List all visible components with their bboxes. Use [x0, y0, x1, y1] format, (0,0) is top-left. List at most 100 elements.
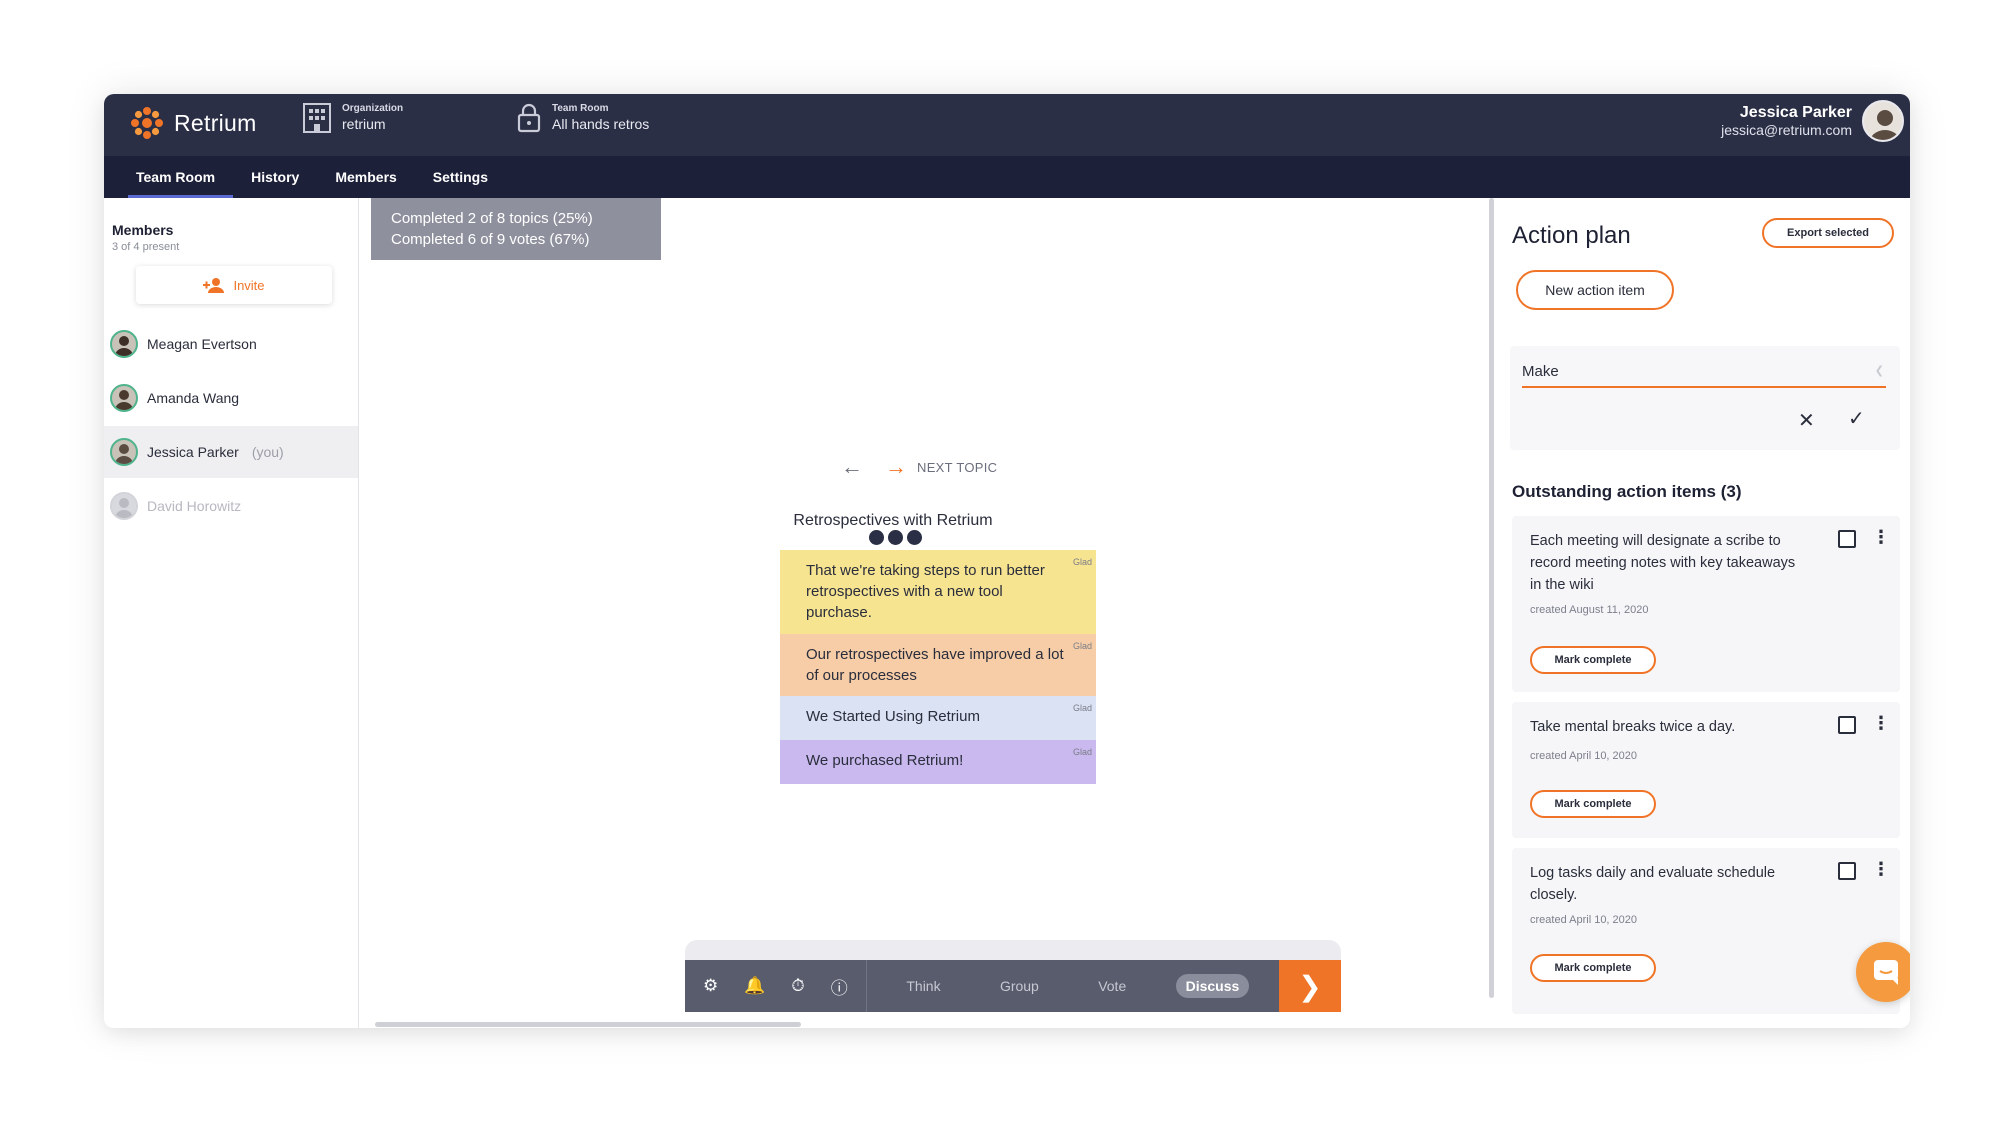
member-amanda-wang[interactable]: Amanda Wang — [104, 372, 358, 424]
action-item-date: created April 10, 2020 — [1530, 750, 1638, 762]
tab-settings[interactable]: Settings — [415, 156, 506, 198]
organization-selector[interactable]: Organization retrium — [302, 102, 403, 134]
user-name: Jessica Parker — [1739, 104, 1852, 121]
phase-group[interactable]: Group — [990, 974, 1049, 998]
retro-card[interactable]: Glad We purchased Retrium! — [780, 740, 1096, 784]
member-meagan-evertson[interactable]: Meagan Evertson — [104, 318, 358, 370]
organization-label: Organization — [342, 103, 404, 114]
person-icon — [115, 390, 133, 410]
top-header: Retrium Organization retrium Team Room A… — [104, 94, 1910, 156]
tab-team-room[interactable]: Team Room — [118, 156, 234, 198]
topics-progress: Completed 2 of 8 topics (25%) — [391, 210, 593, 227]
info-icon[interactable]: ⓘ — [831, 974, 848, 999]
retro-card[interactable]: Glad That we're taking steps to run bett… — [780, 550, 1096, 634]
card-column-tag: Glad — [1072, 557, 1092, 567]
member-name: Meagan Evertson — [147, 336, 257, 352]
user-avatar[interactable] — [1862, 100, 1904, 142]
bell-icon[interactable]: 🔔 — [744, 976, 765, 996]
action-item-input[interactable] — [1522, 356, 1886, 388]
you-tag: (you) — [251, 444, 284, 460]
more-vertical-icon[interactable]: ⋮ — [1872, 860, 1890, 878]
action-item: Log tasks daily and evaluate schedule cl… — [1512, 848, 1900, 1014]
member-jessica-parker[interactable]: Jessica Parker (you) — [104, 426, 358, 478]
vote-dot — [869, 530, 884, 545]
app-name: Retrium — [174, 109, 257, 136]
tab-history[interactable]: History — [233, 156, 317, 198]
previous-topic-arrow-icon[interactable]: ← — [841, 456, 863, 478]
member-name: Amanda Wang — [147, 390, 240, 406]
card-text: We Started Using Retrium — [806, 708, 980, 725]
topic-title: Retrospectives with Retrium — [793, 512, 993, 529]
card-text: We purchased Retrium! — [806, 752, 964, 769]
chat-bubble-icon — [1874, 960, 1898, 985]
clear-input-icon[interactable]: ❮ — [1875, 364, 1884, 377]
member-avatar — [110, 438, 138, 466]
invite-label: Invite — [233, 277, 265, 293]
action-item-text: Take mental breaks twice a day. — [1530, 719, 1736, 735]
action-item-text: Log tasks daily and evaluate schedule cl… — [1530, 865, 1776, 903]
action-item: Take mental breaks twice a day. created … — [1512, 702, 1900, 838]
organization-name: retrium — [342, 115, 386, 132]
more-vertical-icon[interactable]: ⋮ — [1872, 528, 1890, 546]
building-icon — [303, 103, 331, 133]
select-checkbox[interactable] — [1838, 530, 1856, 548]
retro-card[interactable]: Glad Our retrospectives have improved a … — [780, 634, 1096, 696]
member-david-horowitz[interactable]: David Horowitz — [104, 480, 358, 532]
vote-dot — [907, 530, 922, 545]
person-icon — [115, 444, 133, 464]
check-icon[interactable]: ✓ — [1848, 406, 1865, 431]
user-menu[interactable]: Jessica Parker jessica@retrium.com — [1721, 100, 1904, 142]
select-checkbox[interactable] — [1838, 862, 1856, 880]
cancel-icon[interactable]: ✕ — [1798, 408, 1815, 433]
phase-toolbar: ⚙ 🔔 ⏱ ⓘ Think Group Vote Discuss ❯ — [685, 960, 1341, 1012]
next-topic-arrow-icon[interactable]: → — [885, 456, 907, 478]
member-name: Jessica Parker — [147, 444, 239, 460]
votes-progress: Completed 6 of 9 votes (67%) — [391, 231, 590, 248]
advance-phase-button[interactable]: ❯ — [1279, 960, 1341, 1012]
next-topic-label[interactable]: NEXT TOPIC — [917, 460, 997, 475]
brand[interactable]: Retrium — [130, 106, 257, 140]
card-text: Our retrospectives have improved a lot o… — [806, 646, 1064, 684]
horizontal-scrollbar[interactable] — [375, 1022, 801, 1027]
member-avatar — [110, 330, 138, 358]
lock-icon — [517, 103, 541, 133]
phase-steps: Think Group Vote Discuss — [867, 960, 1279, 1012]
members-panel: Members 3 of 4 present Invite Meagan Eve… — [104, 198, 359, 1028]
card-column-tag: Glad — [1072, 747, 1092, 757]
export-selected-button[interactable]: Export selected — [1762, 218, 1894, 248]
member-name: David Horowitz — [147, 498, 242, 514]
team-room-name: All hands retros — [552, 115, 650, 132]
retro-card[interactable]: Glad We Started Using Retrium — [780, 696, 1096, 740]
mark-complete-button[interactable]: Mark complete — [1530, 954, 1656, 982]
person-icon — [115, 336, 133, 356]
members-count: 3 of 4 present — [112, 241, 180, 253]
action-item-date: created August 11, 2020 — [1530, 604, 1649, 616]
add-user-icon — [203, 278, 225, 293]
toolbar-handle — [685, 940, 1341, 960]
chevron-right-icon: ❯ — [1298, 970, 1322, 1002]
person-icon — [1869, 110, 1901, 140]
phase-think[interactable]: Think — [896, 974, 950, 998]
phase-discuss[interactable]: Discuss — [1175, 974, 1250, 998]
card-column-tag: Glad — [1072, 641, 1092, 651]
team-room-selector[interactable]: Team Room All hands retros — [516, 102, 649, 134]
more-vertical-icon[interactable]: ⋮ — [1872, 714, 1890, 732]
phase-vote[interactable]: Vote — [1088, 974, 1136, 998]
user-email: jessica@retrium.com — [1721, 122, 1852, 139]
retrium-logo-icon — [131, 107, 163, 139]
gear-icon[interactable]: ⚙ — [703, 976, 718, 996]
select-checkbox[interactable] — [1838, 716, 1856, 734]
invite-button[interactable]: Invite — [136, 266, 332, 304]
member-avatar — [110, 492, 138, 520]
card-text: That we're taking steps to run better re… — [806, 562, 1045, 621]
mark-complete-button[interactable]: Mark complete — [1530, 646, 1656, 674]
timer-icon[interactable]: ⏱ — [791, 976, 804, 996]
progress-summary: Completed 2 of 8 topics (25%) Completed … — [371, 198, 661, 260]
tab-members[interactable]: Members — [317, 156, 414, 198]
action-item-editor: ❮ ✕ ✓ — [1510, 346, 1900, 450]
new-action-item-button[interactable]: New action item — [1516, 270, 1674, 310]
chat-button[interactable] — [1856, 942, 1910, 1002]
person-icon — [115, 498, 133, 518]
app-window: Retrium Organization retrium Team Room A… — [104, 94, 1910, 1028]
mark-complete-button[interactable]: Mark complete — [1530, 790, 1656, 818]
